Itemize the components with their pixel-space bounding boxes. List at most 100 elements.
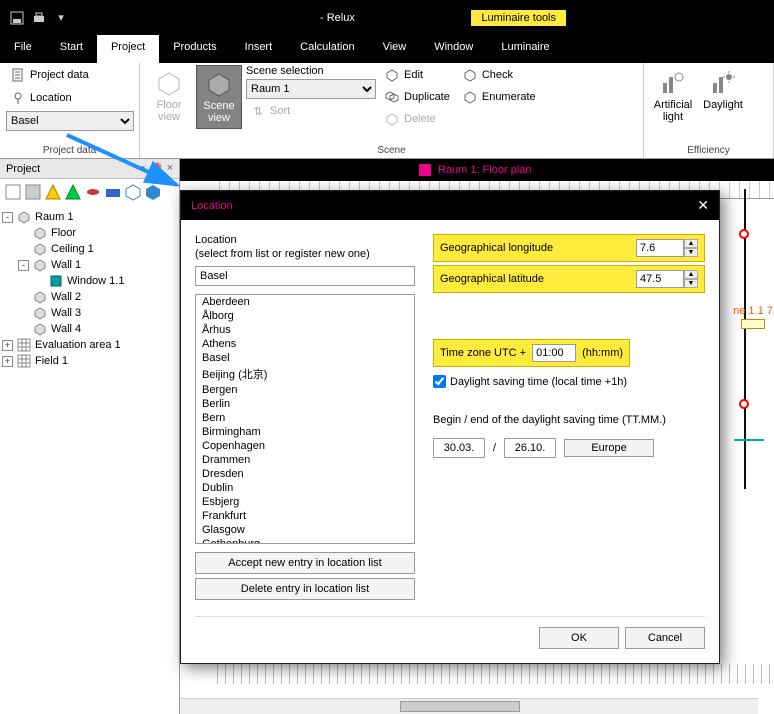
cube-filled-icon [205, 70, 233, 98]
dst-checkbox[interactable] [433, 375, 446, 388]
list-item[interactable]: Bergen [196, 383, 414, 397]
list-item[interactable]: Beijing (北京) [196, 365, 414, 383]
project-data-button[interactable]: Project data [6, 65, 93, 85]
delete-button[interactable]: Delete [380, 109, 454, 129]
tree-node[interactable]: Floor [2, 225, 177, 241]
tab-insert[interactable]: Insert [231, 35, 287, 63]
location-combo[interactable]: Basel [6, 111, 134, 131]
context-tab-luminaire[interactable]: Luminaire tools [471, 10, 566, 26]
location-label: Location [30, 92, 72, 104]
canvas-tab[interactable]: Raum 1: Floor plan [410, 159, 750, 181]
artificial-light-button[interactable]: Artificial light [650, 65, 696, 127]
collapse-icon[interactable]: - [18, 260, 29, 271]
qat-dropdown-icon[interactable]: ▾ [52, 9, 70, 27]
sort-label: Sort [270, 105, 290, 117]
list-item[interactable]: Dublin [196, 481, 414, 495]
list-item[interactable]: Ålborg [196, 309, 414, 323]
scrollbar-horizontal[interactable] [180, 698, 758, 714]
list-item[interactable]: Esbjerg [196, 495, 414, 509]
geo-latitude-spinner[interactable]: ▲▼ [636, 270, 698, 288]
tab-view[interactable]: View [369, 35, 421, 63]
list-item[interactable]: Århus [196, 323, 414, 337]
scene-selection-label: Scene selection [246, 65, 376, 77]
spin-down-icon[interactable]: ▼ [684, 279, 698, 288]
tree-node[interactable]: +Field 1 [2, 353, 177, 369]
check-button[interactable]: Check [458, 65, 540, 85]
ok-button[interactable]: OK [539, 627, 619, 649]
list-item[interactable]: Gothenburg [196, 537, 414, 544]
timezone-input[interactable] [532, 344, 576, 362]
tab-luminaire[interactable]: Luminaire [487, 35, 563, 63]
expand-icon[interactable]: + [2, 356, 13, 367]
sort-button[interactable]: ⇅ Sort [246, 101, 376, 121]
luminaire-marker[interactable]: ne 1.1 7 [728, 305, 774, 331]
tab-file[interactable]: File [0, 35, 46, 63]
edit-button[interactable]: Edit [380, 65, 454, 85]
delete-label: Delete [404, 113, 436, 125]
enumerate-button[interactable]: Enumerate [458, 87, 540, 107]
dst-begin-input[interactable] [433, 438, 485, 458]
tree-node[interactable]: -Raum 1 [2, 209, 177, 225]
city-list[interactable]: AberdeenÅlborgÅrhusAthensBaselBeijing (北… [195, 294, 415, 544]
geo-longitude-input[interactable] [636, 239, 684, 257]
save-icon[interactable] [8, 9, 26, 27]
tool-icon-3[interactable] [44, 183, 62, 201]
daylight-button[interactable]: Daylight [700, 65, 746, 115]
tree-node[interactable]: Wall 4 [2, 321, 177, 337]
list-item[interactable]: Berlin [196, 397, 414, 411]
scene-view-button[interactable]: Scene view [196, 65, 242, 129]
tree-node[interactable]: Window 1.1 [2, 273, 177, 289]
tree-node[interactable]: Wall 2 [2, 289, 177, 305]
geo-longitude-spinner[interactable]: ▲▼ [636, 239, 698, 257]
print-icon[interactable] [30, 9, 48, 27]
tab-start[interactable]: Start [46, 35, 97, 63]
europe-button[interactable]: Europe [564, 439, 654, 457]
close-icon[interactable]: ✕ [697, 197, 709, 214]
dialog-title: Location [191, 200, 233, 212]
delete-entry-button[interactable]: Delete entry in location list [195, 578, 415, 600]
project-tree[interactable]: -Raum 1FloorCeiling 1-Wall 1Window 1.1Wa… [0, 205, 179, 373]
tab-calculation[interactable]: Calculation [286, 35, 368, 63]
spin-down-icon[interactable]: ▼ [684, 248, 698, 257]
tree-node[interactable]: +Evaluation area 1 [2, 337, 177, 353]
list-item[interactable]: Birmingham [196, 425, 414, 439]
list-item[interactable]: Frankfurt [196, 509, 414, 523]
ribbon-group-label: Efficiency [650, 143, 767, 156]
tab-project[interactable]: Project [97, 35, 159, 63]
collapse-icon[interactable]: - [2, 212, 13, 223]
spin-up-icon[interactable]: ▲ [684, 270, 698, 279]
tree-node[interactable]: Ceiling 1 [2, 241, 177, 257]
list-item[interactable]: Athens [196, 337, 414, 351]
tab-products[interactable]: Products [159, 35, 230, 63]
tool-icon-1[interactable] [4, 183, 22, 201]
app-title: - Relux [320, 12, 355, 24]
tab-window[interactable]: Window [420, 35, 487, 63]
dialog-titlebar[interactable]: Location ✕ [181, 191, 719, 220]
tree-node[interactable]: -Wall 1 [2, 257, 177, 273]
geo-latitude-input[interactable] [636, 270, 684, 288]
list-item[interactable]: Glasgow [196, 523, 414, 537]
spin-up-icon[interactable]: ▲ [684, 239, 698, 248]
check-label: Check [482, 69, 513, 81]
list-item[interactable]: Dresden [196, 467, 414, 481]
cancel-button[interactable]: Cancel [625, 627, 705, 649]
list-item[interactable]: Drammen [196, 453, 414, 467]
tree-node[interactable]: Wall 3 [2, 305, 177, 321]
tool-icon-2[interactable] [24, 183, 42, 201]
floor-view-button[interactable]: Floor view [146, 65, 192, 127]
scene-combo[interactable]: Raum 1 [246, 79, 376, 99]
ribbon-group-efficiency: Artificial light Daylight Efficiency [644, 63, 774, 158]
list-item[interactable]: Copenhagen [196, 439, 414, 453]
project-data-label: Project data [30, 69, 89, 81]
expand-icon[interactable]: + [2, 340, 13, 351]
dst-end-input[interactable] [504, 438, 556, 458]
list-item[interactable]: Basel [196, 351, 414, 365]
duplicate-button[interactable]: Duplicate [380, 87, 454, 107]
accept-entry-button[interactable]: Accept new entry in location list [195, 552, 415, 574]
dialog-right-panel: Geographical longitude ▲▼ Geographical l… [433, 234, 705, 600]
list-item[interactable]: Aberdeen [196, 295, 414, 309]
bars-sun-icon [709, 69, 737, 97]
list-item[interactable]: Bern [196, 411, 414, 425]
location-input[interactable] [195, 266, 415, 286]
location-button[interactable]: Location [6, 88, 76, 108]
